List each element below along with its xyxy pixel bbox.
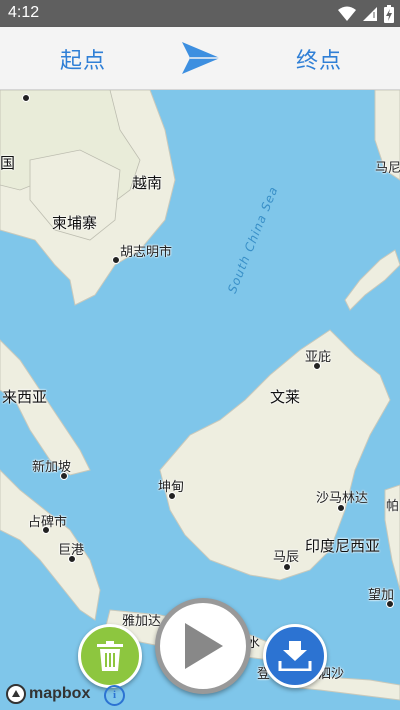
status-icons	[338, 4, 394, 24]
status-time: 4:12	[8, 4, 40, 21]
place-label: 来西亚	[2, 388, 48, 406]
send-arrow-icon	[182, 42, 220, 74]
route-bar: 起点 终点	[0, 27, 400, 90]
place-label: 柬埔寨	[52, 214, 98, 232]
place-label: 印度尼西亚	[305, 537, 381, 555]
place-label: 马尼	[375, 161, 400, 176]
attribution-info-icon[interactable]: i	[104, 685, 125, 706]
status-bar: 4:12	[0, 0, 400, 27]
city-dot	[112, 256, 120, 264]
delete-button[interactable]	[78, 624, 142, 688]
place-label: 帕	[386, 499, 400, 514]
play-icon	[185, 623, 223, 669]
place-label: 越南	[132, 174, 163, 192]
play-button[interactable]	[155, 598, 251, 694]
city-dot	[42, 526, 50, 534]
place-label: 文莱	[270, 388, 301, 406]
city-dot	[168, 492, 176, 500]
signal-icon	[363, 7, 377, 21]
city-dot	[283, 563, 291, 571]
place-label: 国	[0, 154, 16, 172]
city-dot	[22, 94, 30, 102]
place-label: 雅加达	[122, 614, 162, 629]
mapbox-logo[interactable]: mapbox	[6, 683, 90, 705]
mapbox-logo-icon	[6, 684, 26, 704]
download-icon	[278, 641, 312, 671]
wifi-icon	[338, 6, 356, 21]
end-point-button[interactable]: 终点	[296, 43, 342, 75]
start-point-button[interactable]: 起点	[60, 43, 106, 75]
mapbox-wordmark: mapbox	[29, 685, 91, 702]
battery-charging-icon	[384, 5, 394, 23]
city-dot	[68, 555, 76, 563]
city-dot	[313, 362, 321, 370]
city-dot	[386, 600, 394, 608]
city-dot	[60, 472, 68, 480]
city-dot	[337, 504, 345, 512]
trash-icon	[97, 641, 123, 671]
place-label: 胡志明市	[120, 245, 173, 260]
download-button[interactable]	[263, 624, 327, 688]
